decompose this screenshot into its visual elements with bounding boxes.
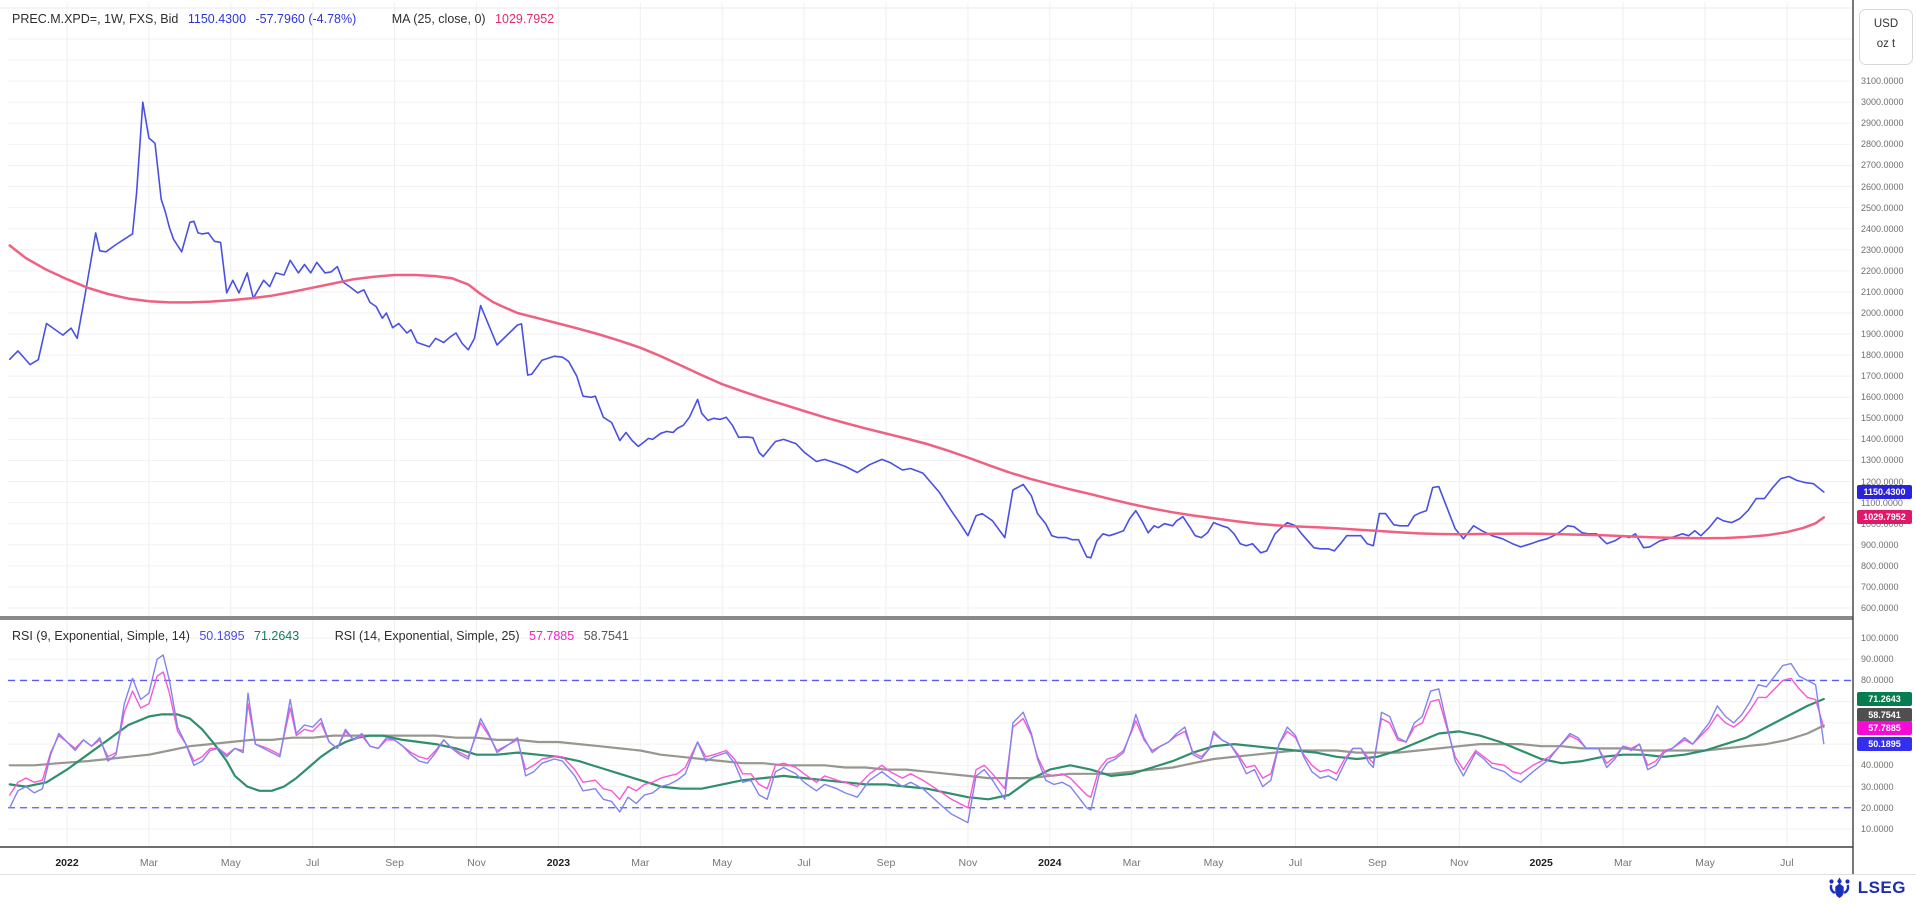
- price-tick-label: 2500.0000: [1861, 203, 1904, 213]
- rsi-axis-badge: 58.7541: [1857, 708, 1912, 722]
- price-tick-label: 700.0000: [1861, 582, 1899, 592]
- month-tick-label: Jul: [797, 857, 810, 869]
- rsi-tick-label: 20.0000: [1861, 803, 1894, 813]
- rsi14-signal-line: [10, 726, 1824, 779]
- instrument-label: PREC.M.XPD=, 1W, FXS, Bid: [12, 12, 178, 26]
- rsi9-value: 50.1895: [199, 629, 244, 643]
- last-price-value: 1150.4300: [188, 12, 246, 26]
- price-tick-label: 3000.0000: [1861, 97, 1904, 107]
- month-tick-label: Mar: [1123, 857, 1141, 869]
- month-tick-label: Nov: [1450, 857, 1469, 869]
- chart-window: PREC.M.XPD=, 1W, FXS, Bid 1150.4300 -57.…: [0, 0, 1916, 905]
- year-tick-label: 2024: [1038, 857, 1061, 869]
- price-tick-label: 1500.0000: [1861, 413, 1904, 423]
- rsi14-signal-value: 58.7541: [584, 629, 629, 643]
- rsi-tick-label: 10.0000: [1861, 824, 1894, 834]
- price-change-value: -57.7960 (-4.78%): [256, 12, 357, 26]
- year-tick-label: 2022: [55, 857, 78, 869]
- price-tick-label: 1400.0000: [1861, 434, 1904, 444]
- month-tick-label: May: [221, 857, 241, 869]
- price-tick-label: 1300.0000: [1861, 455, 1904, 465]
- price-tick-label: 1100.0000: [1861, 498, 1903, 508]
- price-tick-label: 1900.0000: [1861, 329, 1904, 339]
- rsi-tick-label: 90.0000: [1861, 654, 1894, 664]
- price-tick-label: 2200.0000: [1861, 266, 1904, 276]
- rsi-chart-legend: RSI (9, Exponential, Simple, 14) 50.1895…: [12, 629, 635, 643]
- month-tick-label: Nov: [959, 857, 978, 869]
- price-tick-label: 2900.0000: [1861, 118, 1904, 128]
- month-tick-label: May: [1695, 857, 1715, 869]
- price-tick-label: 2800.0000: [1861, 139, 1904, 149]
- price-chart-legend: PREC.M.XPD=, 1W, FXS, Bid 1150.4300 -57.…: [12, 12, 560, 26]
- lseg-branding: LSEG: [1826, 876, 1906, 900]
- axis-unit-label: oz t: [1860, 38, 1912, 50]
- price-tick-label: 1600.0000: [1861, 392, 1904, 402]
- lseg-logo-text: LSEG: [1858, 878, 1906, 898]
- price-tick-label: 3100.0000: [1861, 76, 1904, 86]
- price-tick-label: 2300.0000: [1861, 245, 1904, 255]
- ma-line: [10, 246, 1824, 539]
- month-tick-label: Mar: [631, 857, 649, 869]
- month-tick-label: Mar: [140, 857, 158, 869]
- month-tick-label: May: [1204, 857, 1224, 869]
- rsi-axis-badge: 50.1895: [1857, 737, 1912, 751]
- price-tick-label: 2000.0000: [1861, 308, 1904, 318]
- price-tick-label: 2100.0000: [1861, 287, 1904, 297]
- month-tick-label: Nov: [467, 857, 486, 869]
- lseg-logo-icon: [1826, 876, 1853, 900]
- price-tick-label: 2400.0000: [1861, 224, 1904, 234]
- ma-study-value: 1029.7952: [495, 12, 554, 26]
- price-axis-badge: 1029.7952: [1857, 510, 1912, 524]
- rsi14-value: 57.7885: [529, 629, 574, 643]
- rsi-tick-label: 100.0000: [1861, 633, 1899, 643]
- month-tick-label: Sep: [385, 857, 404, 869]
- axis-unit-box: USD oz t: [1859, 9, 1913, 65]
- ma-study-label: MA (25, close, 0): [392, 12, 486, 26]
- year-tick-label: 2023: [547, 857, 570, 869]
- year-tick-label: 2025: [1530, 857, 1553, 869]
- price-axis-badge: 1150.4300: [1857, 485, 1912, 499]
- rsi-tick-label: 30.0000: [1861, 782, 1894, 792]
- rsi14-study-label: RSI (14, Exponential, Simple, 25): [335, 629, 520, 643]
- rsi9-study-label: RSI (9, Exponential, Simple, 14): [12, 629, 190, 643]
- rsi-axis-badge: 57.7885: [1857, 721, 1912, 735]
- month-tick-label: May: [712, 857, 732, 869]
- month-tick-label: Mar: [1614, 857, 1632, 869]
- month-tick-label: Jul: [1289, 857, 1302, 869]
- chart-canvas[interactable]: [0, 0, 1916, 905]
- month-tick-label: Sep: [877, 857, 896, 869]
- rsi9-signal-value: 71.2643: [254, 629, 299, 643]
- price-tick-label: 600.0000: [1861, 603, 1899, 613]
- rsi-tick-label: 40.0000: [1861, 760, 1894, 770]
- month-tick-label: Sep: [1368, 857, 1387, 869]
- rsi-tick-label: 80.0000: [1861, 675, 1894, 685]
- axis-currency-label: USD: [1860, 18, 1912, 30]
- price-tick-label: 1700.0000: [1861, 371, 1904, 381]
- price-tick-label: 2600.0000: [1861, 182, 1904, 192]
- month-tick-label: Jul: [1780, 857, 1793, 869]
- price-tick-label: 1800.0000: [1861, 350, 1904, 360]
- price-tick-label: 800.0000: [1861, 561, 1899, 571]
- month-tick-label: Jul: [306, 857, 319, 869]
- panel-separator[interactable]: [0, 616, 1853, 620]
- price-tick-label: 900.0000: [1861, 540, 1899, 550]
- price-tick-label: 2700.0000: [1861, 160, 1904, 170]
- price-line: [10, 102, 1824, 558]
- rsi-axis-badge: 71.2643: [1857, 692, 1912, 706]
